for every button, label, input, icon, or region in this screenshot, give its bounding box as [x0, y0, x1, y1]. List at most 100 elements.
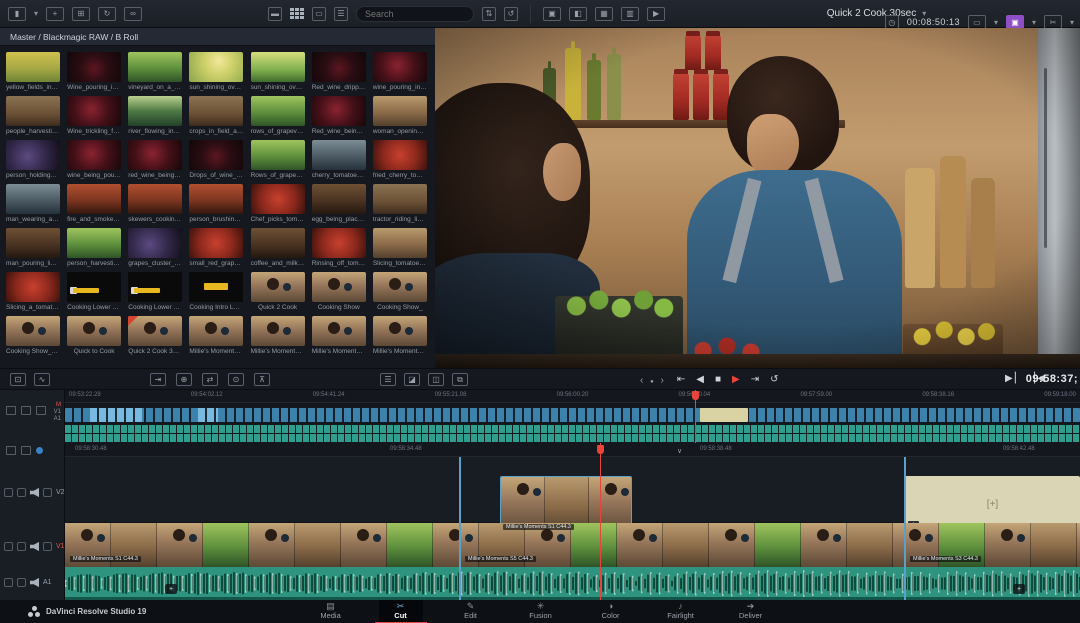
- media-clip[interactable]: Quick 2 Cook: [251, 272, 307, 316]
- media-clip[interactable]: sun_shining_over_...: [251, 52, 307, 96]
- media-clip[interactable]: Rinsing_off_tomat...: [312, 228, 368, 272]
- clip-thumbnail[interactable]: [189, 96, 243, 126]
- smooth-cut-icon[interactable]: ◫: [428, 373, 444, 386]
- media-clip[interactable]: Wine_pouring_int...: [67, 52, 123, 96]
- media-clip[interactable]: person_holding_a...: [6, 140, 62, 184]
- clip-thumbnail[interactable]: [189, 228, 243, 258]
- media-clip[interactable]: tractor_riding_live...: [373, 184, 429, 228]
- timeline-zoom-icon[interactable]: ⊡: [10, 373, 26, 386]
- viewer-mode-chevron-icon[interactable]: ▾: [994, 18, 998, 27]
- clip-thumbnail[interactable]: [709, 523, 755, 567]
- snap-indicator-icon[interactable]: [36, 447, 43, 454]
- go-to-first-frame-button[interactable]: ⇤: [677, 375, 685, 385]
- clip-thumbnail[interactable]: [128, 140, 182, 170]
- media-clip[interactable]: Millie's Moments ...: [251, 316, 307, 360]
- clip-thumbnail[interactable]: [157, 523, 203, 567]
- clip-thumbnail[interactable]: [373, 272, 427, 302]
- link-icon[interactable]: [4, 542, 13, 551]
- clip-play-icon[interactable]: ▶: [647, 7, 665, 21]
- clip-thumbnail[interactable]: [847, 523, 893, 567]
- media-clip[interactable]: man_wearing_an_...: [6, 184, 62, 228]
- tab-deliver[interactable]: ➔Deliver: [729, 600, 773, 623]
- strip-view-icon[interactable]: ▬: [268, 7, 282, 21]
- track-option-icon[interactable]: [21, 406, 31, 415]
- media-clip[interactable]: Quick 2 Cook 30sec: [128, 316, 184, 360]
- tape-view-icon[interactable]: ▦: [595, 7, 613, 21]
- tab-media[interactable]: ▤Media: [309, 600, 353, 623]
- clip-thumbnail[interactable]: [373, 140, 427, 170]
- media-clip[interactable]: woman_opening_...: [373, 96, 429, 140]
- clip-thumbnail[interactable]: [189, 52, 243, 82]
- next-edit-button[interactable]: ▶⎮: [1005, 374, 1018, 384]
- overview-audio-track-2[interactable]: [65, 434, 1080, 442]
- media-clip[interactable]: Quick to Cook: [67, 316, 123, 360]
- clip-thumbnail[interactable]: [6, 140, 60, 170]
- track-lane-v2[interactable]: Millie's Moments S1 C44.3 [+] 1: [65, 457, 1080, 523]
- clip-thumbnail[interactable]: [663, 523, 709, 567]
- chevron-down-icon[interactable]: ▾: [34, 9, 38, 18]
- chevron-down-icon[interactable]: ∨: [677, 447, 682, 455]
- media-clip[interactable]: wine_being_poure...: [67, 140, 123, 184]
- overview-playhead[interactable]: [695, 390, 696, 443]
- clip-thumbnail[interactable]: [67, 140, 121, 170]
- sync-clips-icon[interactable]: ↻: [98, 7, 116, 21]
- lock-icon[interactable]: [17, 542, 26, 551]
- media-clip[interactable]: Millie's Moments ...: [189, 316, 245, 360]
- import-folder-icon[interactable]: ⊞: [72, 7, 90, 21]
- media-clip[interactable]: Wine_trickling_fro...: [67, 96, 123, 140]
- viewer-panel[interactable]: [435, 28, 1080, 368]
- media-clip[interactable]: vineyard_on_a_far...: [128, 52, 184, 96]
- clip-thumbnail[interactable]: [128, 96, 182, 126]
- timeline-overview[interactable]: [65, 403, 1080, 443]
- lock-icon[interactable]: [17, 488, 26, 497]
- speaker-icon[interactable]: [30, 488, 39, 497]
- media-clip[interactable]: Rows_of_grape_tr...: [251, 140, 307, 184]
- clip-thumbnail[interactable]: [373, 228, 427, 258]
- media-clip[interactable]: people_harvesting...: [6, 96, 62, 140]
- media-clip[interactable]: man_pouring_liqu...: [6, 228, 62, 272]
- clip-thumbnail[interactable]: [67, 272, 121, 302]
- media-clip[interactable]: sun_shining_over_...: [189, 52, 245, 96]
- viewer-tools-chevron-icon[interactable]: ▾: [1070, 18, 1074, 27]
- viewer-tools-icon[interactable]: ✂: [1044, 15, 1062, 29]
- clip-thumbnail[interactable]: [6, 316, 60, 346]
- tab-cut[interactable]: ✂Cut: [379, 600, 423, 623]
- media-clip[interactable]: crops_in_field_at_...: [189, 96, 245, 140]
- search-input[interactable]: [356, 6, 474, 22]
- clip-thumbnail[interactable]: [251, 272, 305, 302]
- tools-mini-icon[interactable]: [21, 446, 31, 455]
- clip-thumbnail[interactable]: [312, 228, 366, 258]
- clip-thumbnail[interactable]: [128, 52, 182, 82]
- track-option-icon[interactable]: [6, 406, 16, 415]
- clip-cut-line[interactable]: [459, 457, 461, 600]
- enable-icon[interactable]: [43, 488, 52, 497]
- clip-thumbnail[interactable]: [312, 140, 366, 170]
- track-option-icon[interactable]: [36, 406, 46, 415]
- viewer-mode-icon[interactable]: ▭: [968, 15, 986, 29]
- link-icon[interactable]: [4, 488, 13, 497]
- track-lane-a1[interactable]: [65, 567, 1080, 600]
- clip-thumbnail[interactable]: [571, 523, 617, 567]
- loop-button[interactable]: ↺: [770, 375, 778, 385]
- media-clip[interactable]: red_wine_being_p...: [128, 140, 184, 184]
- tab-color[interactable]: ◑Color: [589, 600, 633, 623]
- thumbnail-view-icon[interactable]: [290, 8, 304, 19]
- dissolve-icon[interactable]: ◪: [404, 373, 420, 386]
- clip-thumbnail[interactable]: [373, 316, 427, 346]
- enable-icon[interactable]: [43, 542, 52, 551]
- snapping-icon[interactable]: ∿: [34, 373, 50, 386]
- overview-audio-track-1[interactable]: [65, 425, 1080, 433]
- live-overwrite-chevron-icon[interactable]: ▾: [1032, 18, 1036, 27]
- sort-icon[interactable]: ⇅: [482, 7, 496, 21]
- track-name[interactable]: V1: [56, 543, 65, 550]
- clip-thumbnail[interactable]: [6, 228, 60, 258]
- speaker-icon[interactable]: [30, 542, 39, 551]
- clip-thumbnail[interactable]: [6, 52, 60, 82]
- clip-thumbnail[interactable]: [249, 523, 295, 567]
- media-clip[interactable]: grapes_cluster_on...: [128, 228, 184, 272]
- clip-thumbnail[interactable]: [1031, 523, 1077, 567]
- clip-thumbnail[interactable]: [128, 272, 182, 302]
- clip-thumbnail[interactable]: [312, 272, 366, 302]
- step-forward-button[interactable]: ⇥: [751, 375, 759, 385]
- media-clip[interactable]: Red_wine_drippin...: [312, 52, 368, 96]
